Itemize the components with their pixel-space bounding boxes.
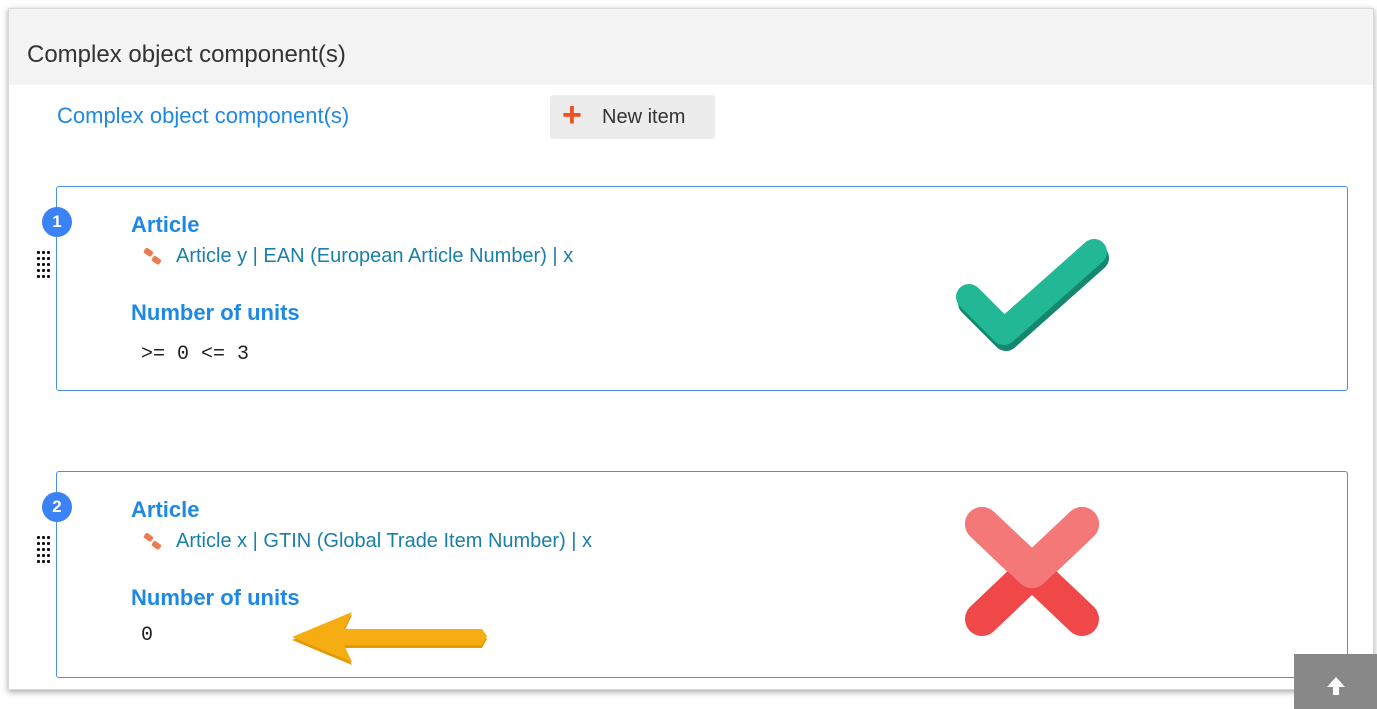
article-reference[interactable]: Article x | GTIN (Global Trade Item Numb… (142, 530, 592, 553)
units-value: >= 0 <= 3 (141, 343, 250, 366)
link-icon (143, 532, 162, 550)
valid-checkmark-icon (956, 239, 1109, 351)
units-value: 0 (141, 624, 154, 647)
panel-title: Complex object component(s) (27, 41, 346, 68)
new-item-label: New item (602, 106, 686, 128)
arrow-up-icon (1327, 677, 1345, 695)
item-number-badge: 2 (42, 492, 72, 522)
section-label-link[interactable]: Complex object component(s) (57, 103, 349, 129)
component-item-1: 1 Article Article y | EAN (European Arti… (37, 186, 1348, 391)
item-number-badge: 1 (42, 207, 72, 237)
new-item-button[interactable]: + New item (550, 95, 715, 139)
drag-handle-icon[interactable] (37, 251, 51, 281)
arrow-left-icon (292, 612, 487, 665)
article-reference-text: Article y | EAN (European Article Number… (176, 245, 574, 267)
units-label: Number of units (131, 300, 300, 325)
article-label: Article (131, 212, 200, 237)
article-label: Article (131, 497, 200, 522)
article-reference-text: Article x | GTIN (Global Trade Item Numb… (176, 530, 593, 552)
article-reference[interactable]: Article y | EAN (European Article Number… (142, 245, 573, 268)
components-panel: Complex object component(s) Complex obje… (8, 8, 1374, 690)
units-label: Number of units (131, 585, 300, 610)
panel-header: Complex object component(s) (9, 9, 1373, 85)
scroll-to-top-button[interactable] (1294, 654, 1377, 709)
invalid-cross-icon (965, 507, 1099, 636)
component-item-2: 2 Article Article x | GTIN (Global Trade… (37, 471, 1348, 678)
plus-icon: + (562, 96, 582, 134)
drag-handle-icon[interactable] (37, 536, 51, 566)
link-icon (143, 247, 162, 265)
